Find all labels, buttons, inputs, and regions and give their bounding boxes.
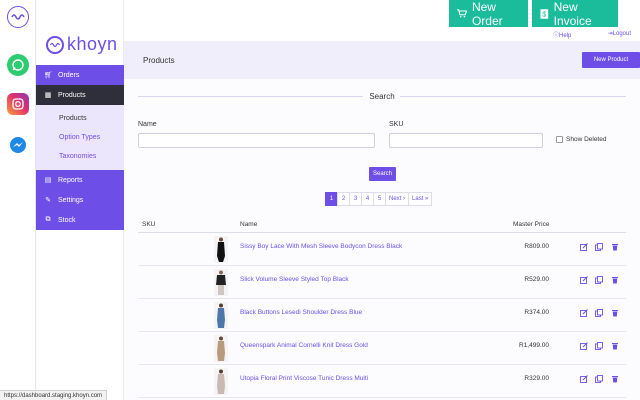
page-header: Products New Product xyxy=(124,41,640,79)
sidebar: khoyn 🛒︎ Orders ▦ Products Products Opti… xyxy=(36,0,124,400)
edit-icon[interactable] xyxy=(580,243,588,251)
instagram-icon[interactable] xyxy=(7,93,29,115)
status-bar-url: https://dashboard.staging.khoyn.com xyxy=(0,390,108,400)
sidebar-item-stock[interactable]: ⧉ Stock xyxy=(36,210,124,230)
page-title: Products xyxy=(143,56,175,65)
trash-icon[interactable] xyxy=(611,243,619,251)
search-button[interactable]: Search xyxy=(369,167,396,181)
product-name-link[interactable]: Sissy Boy Lace With Mesh Sleeve Bodycon … xyxy=(240,243,402,250)
messenger-icon[interactable] xyxy=(7,134,29,156)
pagination: 1 2 3 4 5 Next › Last » xyxy=(325,192,433,206)
brand-logo[interactable]: khoyn xyxy=(46,34,118,55)
table-row: Utopia Floral Print Viscose Tunic Dress … xyxy=(138,365,626,398)
copy-icon[interactable] xyxy=(595,276,603,284)
sidebar-item-label: Reports xyxy=(58,176,83,184)
name-input[interactable] xyxy=(138,133,375,148)
edit-icon[interactable] xyxy=(580,342,588,350)
cubes-icon: ⧉ xyxy=(45,216,51,223)
brand-mark-icon xyxy=(46,35,64,54)
product-name-link[interactable]: Utopia Floral Print Viscose Tunic Dress … xyxy=(240,375,368,382)
edit-icon[interactable] xyxy=(580,276,588,284)
sidebar-item-label: Settings xyxy=(58,196,84,204)
copy-icon[interactable] xyxy=(595,309,603,317)
product-thumbnail[interactable] xyxy=(214,302,228,329)
sku-label: SKU xyxy=(389,121,404,128)
new-invoice-button[interactable]: $ New Invoice xyxy=(532,0,618,28)
sidebar-item-settings[interactable]: ✎ Settings xyxy=(36,190,124,210)
submenu-item-taxonomies[interactable]: Taxonomies xyxy=(36,147,124,166)
trash-icon[interactable] xyxy=(611,342,619,350)
edit-icon[interactable] xyxy=(580,375,588,383)
product-price: R374.00 xyxy=(524,309,549,316)
show-deleted-label: Show Deleted xyxy=(566,136,607,143)
whatsapp-icon[interactable] xyxy=(7,54,29,76)
column-header-name: Name xyxy=(240,221,258,228)
document-icon: ▤ xyxy=(44,177,52,184)
table-row: Slick Volume Sleeve Styled Top Black R52… xyxy=(138,266,626,299)
invoice-icon: $ xyxy=(540,8,549,19)
trash-icon[interactable] xyxy=(611,276,619,284)
table-row: Queenspark Animal Cornelli Knit Dress Go… xyxy=(138,332,626,365)
wrench-icon: ✎ xyxy=(45,197,51,204)
submenu-item-products[interactable]: Products xyxy=(36,109,124,128)
sidebar-nav: 🛒︎ Orders ▦ Products Products Option Typ… xyxy=(36,65,124,230)
table-row: Sissy Boy Lace With Mesh Sleeve Bodycon … xyxy=(138,233,626,266)
copy-icon[interactable] xyxy=(595,342,603,350)
brand-name: khoyn xyxy=(67,34,118,54)
products-submenu: Products Option Types Taxonomies xyxy=(36,105,124,170)
edit-icon[interactable] xyxy=(580,309,588,317)
divider xyxy=(400,96,626,97)
trash-icon[interactable] xyxy=(611,309,619,317)
cart-icon: 🛒︎ xyxy=(44,72,53,79)
khoyn-logo-icon[interactable] xyxy=(7,6,29,28)
product-name-link[interactable]: Black Buttons Lesedi Shoulder Dress Blue xyxy=(240,309,362,316)
grid-icon: ▦ xyxy=(44,92,52,99)
name-label: Name xyxy=(138,121,157,128)
sidebar-item-label: Products xyxy=(58,91,86,99)
new-order-button[interactable]: New Order xyxy=(449,0,528,28)
sidebar-item-label: Orders xyxy=(58,71,80,79)
product-name-link[interactable]: Slick Volume Sleeve Styled Top Black xyxy=(240,276,349,283)
new-product-button[interactable]: New Product xyxy=(582,52,640,68)
trash-icon[interactable] xyxy=(611,375,619,383)
top-links: ⓘHelp ⇥Logout xyxy=(553,30,631,39)
cart-icon xyxy=(457,9,467,18)
sidebar-item-products[interactable]: ▦ Products xyxy=(36,85,124,105)
last-page-button[interactable]: Last » xyxy=(408,192,433,206)
product-thumbnail[interactable] xyxy=(214,335,228,362)
column-header-sku: SKU xyxy=(142,221,156,228)
next-page-button[interactable]: Next › xyxy=(385,192,410,206)
product-name-link[interactable]: Queenspark Animal Cornelli Knit Dress Go… xyxy=(240,342,368,349)
copy-icon[interactable] xyxy=(595,243,603,251)
app-rail xyxy=(0,0,36,400)
product-price: R329.00 xyxy=(524,375,549,382)
product-price: R1,499.00 xyxy=(519,342,549,349)
copy-icon[interactable] xyxy=(595,375,603,383)
help-link[interactable]: ⓘHelp xyxy=(553,30,571,39)
sidebar-item-label: Stock xyxy=(58,216,76,224)
product-thumbnail[interactable] xyxy=(214,368,228,395)
svg-text:$: $ xyxy=(542,11,546,18)
product-price: R529.00 xyxy=(524,276,549,283)
product-price: R809.00 xyxy=(524,243,549,250)
table-row: Black Buttons Lesedi Shoulder Dress Blue… xyxy=(138,299,626,332)
sidebar-item-reports[interactable]: ▤ Reports xyxy=(36,170,124,190)
product-thumbnail[interactable] xyxy=(214,269,228,296)
new-invoice-label: New Invoice xyxy=(553,0,592,28)
product-thumbnail[interactable] xyxy=(214,236,228,263)
column-header-price: Master Price xyxy=(513,221,550,228)
submenu-item-option-types[interactable]: Option Types xyxy=(36,128,124,147)
show-deleted-checkbox[interactable] xyxy=(556,136,563,143)
sidebar-item-orders[interactable]: 🛒︎ Orders xyxy=(36,65,124,85)
sku-input[interactable] xyxy=(389,133,543,148)
logout-link[interactable]: ⇥Logout xyxy=(608,30,631,39)
new-order-label: New Order xyxy=(471,0,503,28)
